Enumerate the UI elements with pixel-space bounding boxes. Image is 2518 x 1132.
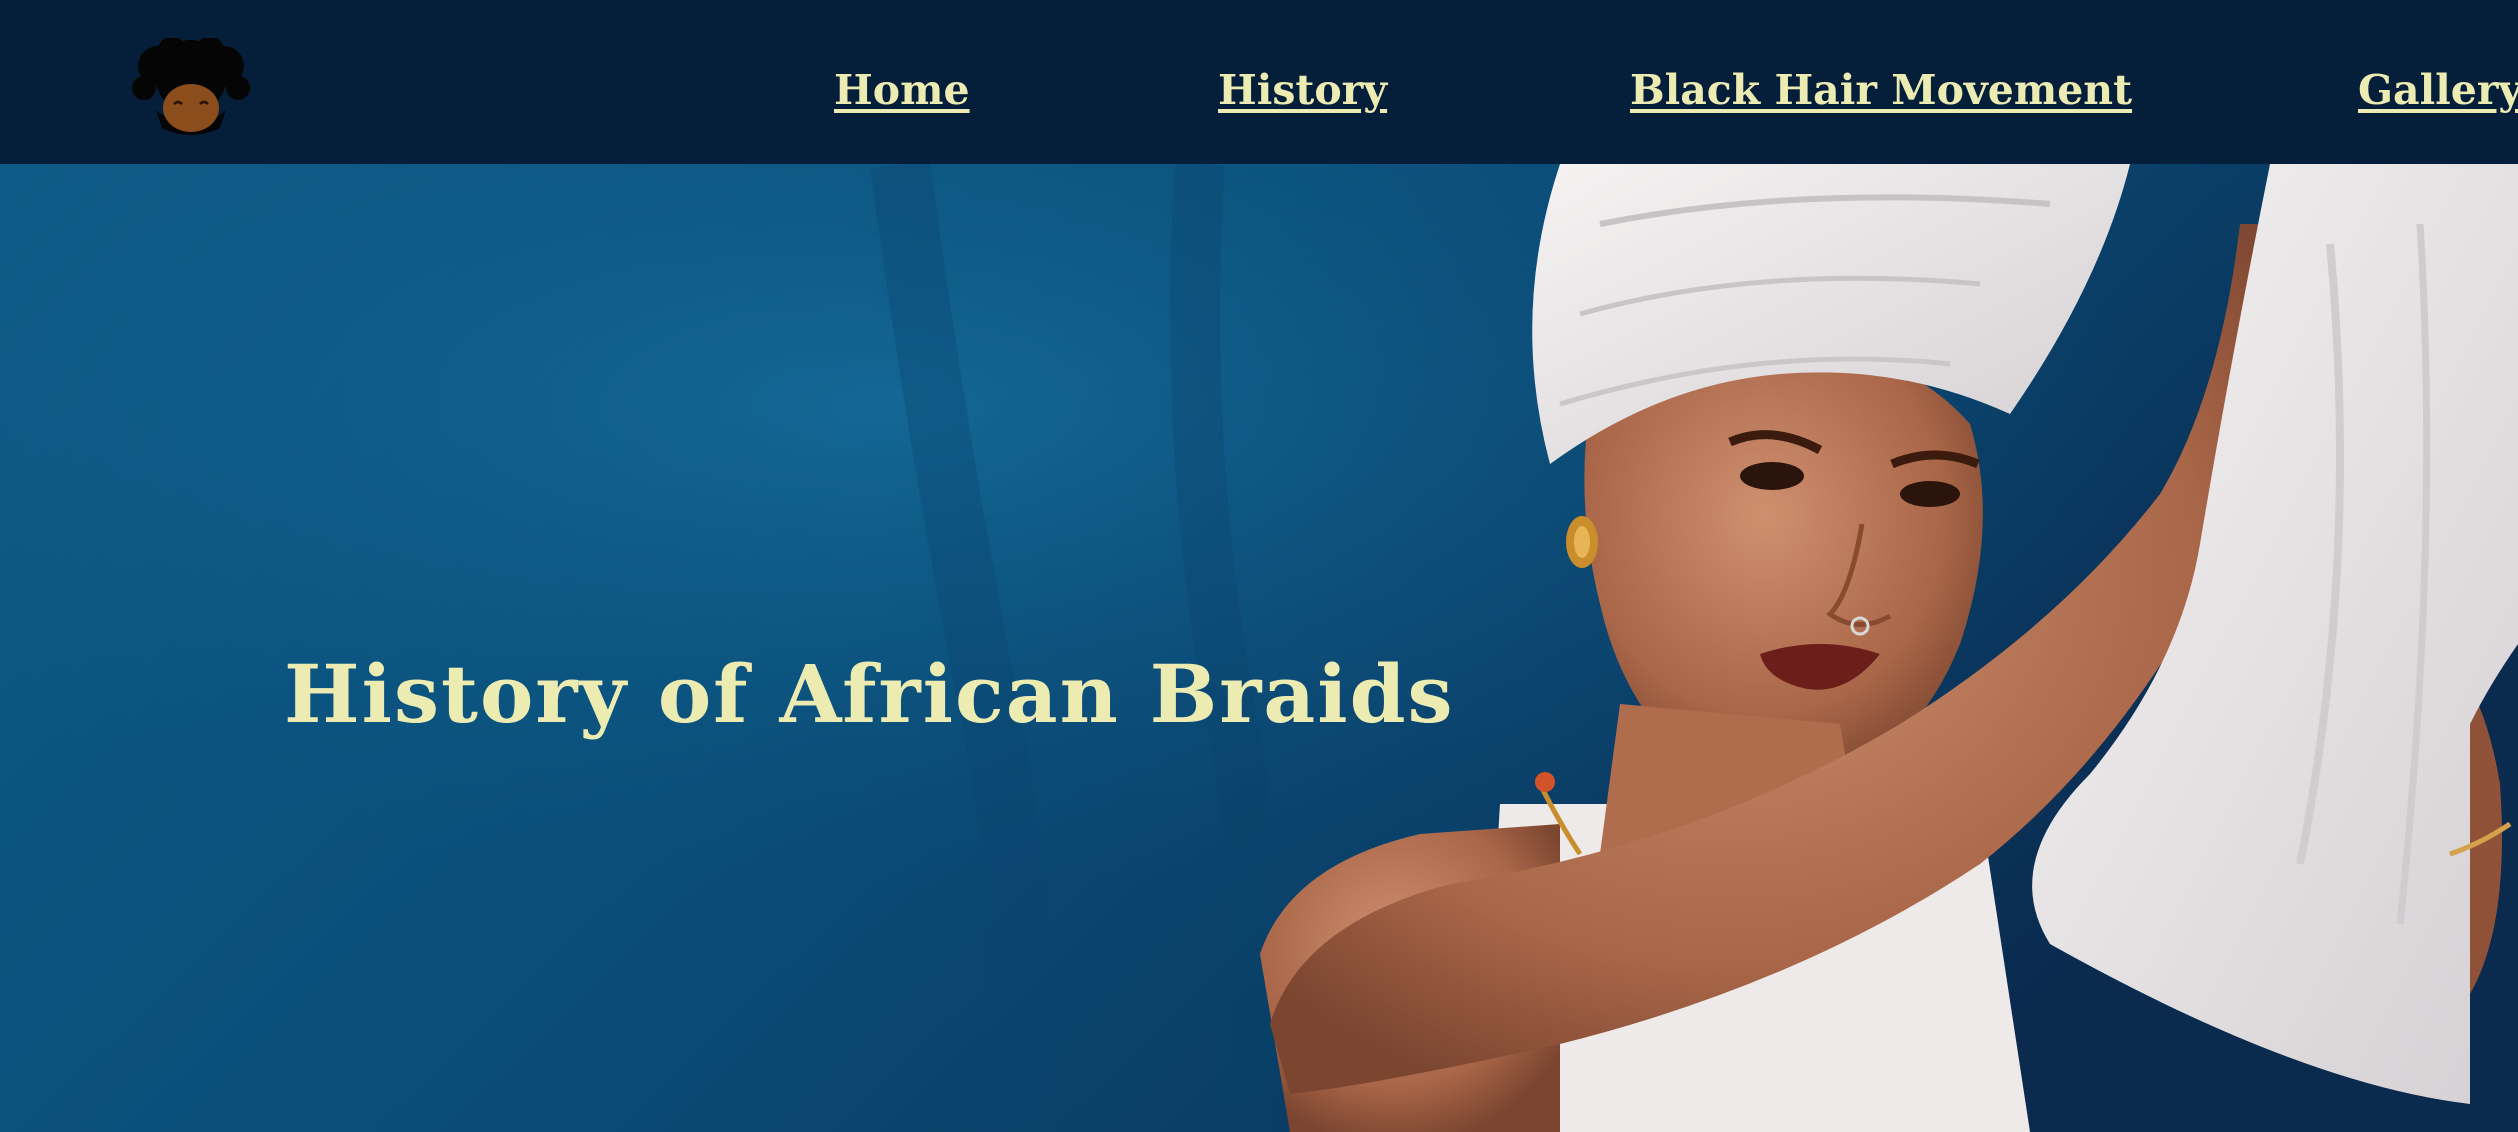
afro-hair-woman-icon[interactable] bbox=[130, 38, 252, 140]
hero-banner: History of African Braids bbox=[0, 164, 2518, 1132]
nav-home-link[interactable]: Home bbox=[834, 70, 970, 111]
nav-black-hair-movement-link[interactable]: Black Hair Movement bbox=[1630, 70, 2132, 111]
hero-title: History of African Braids bbox=[284, 647, 1455, 741]
nav-history-link[interactable]: History bbox=[1218, 70, 1387, 111]
top-navbar: Home History Black Hair Movement Gallery bbox=[0, 0, 2518, 164]
nav-gallery-link[interactable]: Gallery bbox=[2358, 70, 2518, 111]
